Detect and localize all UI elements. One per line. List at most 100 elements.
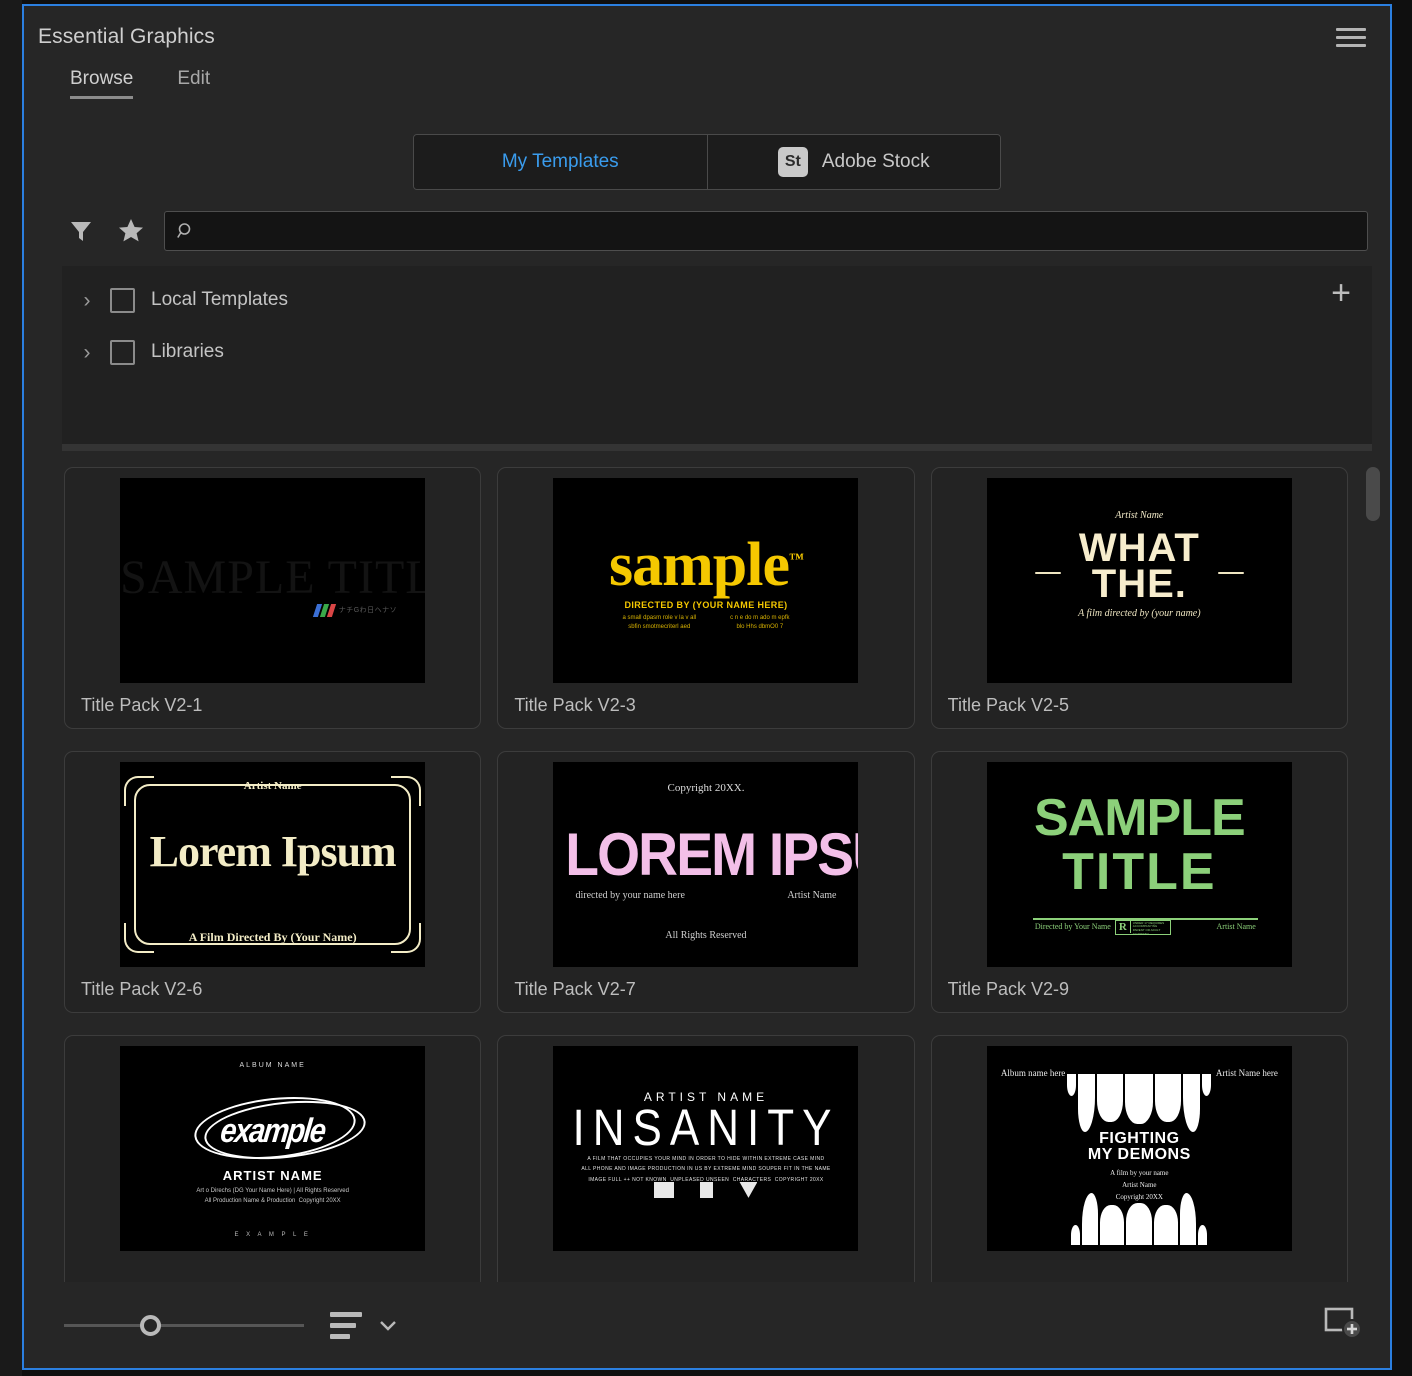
template-source-tree: › Local Templates › Libraries + [62, 266, 1372, 444]
template-thumbnail: ALBUM NAME example ARTIST NAME Art o Dir… [120, 1046, 425, 1251]
chevron-down-icon[interactable] [376, 1317, 400, 1333]
source-toggle: My Templates St Adobe Stock [413, 134, 1001, 190]
thumb-title-text: sample [609, 531, 789, 599]
tab-my-templates[interactable]: My Templates [414, 135, 707, 189]
template-thumbnail: ARTIST NAME INSANITY A FILM THAT OCCUPIE… [553, 1046, 858, 1251]
template-card-label [942, 1251, 1337, 1263]
search-input[interactable] [205, 222, 1355, 240]
workspace-left-gutter [0, 0, 22, 1376]
template-card-label: Title Pack V2-1 [75, 683, 470, 716]
thumb-copyright: Copyright 20XX. [553, 782, 858, 794]
chevron-right-icon[interactable]: › [80, 342, 94, 363]
logo-mark-icon [700, 1182, 713, 1198]
adobe-stock-label: Adobe Stock [822, 151, 930, 173]
template-card[interactable]: ALBUM NAME example ARTIST NAME Art o Dir… [64, 1035, 481, 1282]
source-toggle-row: My Templates St Adobe Stock [24, 124, 1390, 200]
thumb-lower-fangs-icon [987, 1193, 1292, 1245]
thumb-title: LOREM IPSUM [566, 820, 847, 889]
thumb-rating-box: R RESTRICTEDUNDER 17 REQUIRES ACCOMPANYI… [1115, 920, 1171, 935]
my-templates-label: My Templates [502, 151, 619, 173]
sort-button[interactable] [330, 1312, 400, 1339]
tab-adobe-stock[interactable]: St Adobe Stock [707, 135, 1001, 189]
tree-divider [62, 444, 1372, 451]
adobe-stock-icon: St [778, 147, 808, 177]
trademark-symbol: ™ [789, 551, 803, 567]
thumb-wordmark: example [141, 1112, 405, 1151]
template-grid: SAMPLE TITLE ナチGわ日ヘナソ Title Pack V2-1 sa… [42, 451, 1390, 1282]
tab-browse[interactable]: Browse [70, 68, 133, 99]
thumb-title: SAMPLE TITLE [120, 550, 425, 605]
search-box[interactable] [164, 211, 1368, 251]
tree-item-local-templates[interactable]: › Local Templates [62, 274, 1372, 326]
new-layer-plus-icon [1322, 1303, 1364, 1343]
template-card[interactable]: SAMPLE TITLE Directed by Your Name R RES… [931, 751, 1348, 1013]
logo-bars-icon [315, 604, 334, 617]
thumb-artist: ARTIST NAME [120, 1168, 425, 1183]
template-card[interactable]: SAMPLE TITLE ナチGわ日ヘナソ Title Pack V2-1 [64, 467, 481, 729]
thumb-right-note: Artist Name [787, 890, 836, 901]
thumbnail-size-slider[interactable] [64, 1315, 304, 1335]
template-card[interactable]: Copyright 20XX. LOREM IPSUM directed by … [497, 751, 914, 1013]
thumb-directed-note: Directed by Your Name [1035, 922, 1111, 931]
rating-note: RESTRICTEDUNDER 17 REQUIRES ACCOMPANYING… [1131, 918, 1170, 937]
bottom-toolbar [24, 1282, 1390, 1368]
search-icon [177, 222, 195, 240]
star-icon[interactable] [114, 214, 148, 248]
thumb-logo-text: ナチGわ日ヘナソ [339, 605, 397, 615]
thumb-fine-print: A FILM THAT OCCUPIES YOUR MIND IN ORDER … [553, 1154, 858, 1186]
thumb-title: sample™ [553, 530, 858, 601]
template-card[interactable]: Artist Name Lorem Ipsum A Film Directed … [64, 751, 481, 1013]
thumb-title-line2: MY DEMONS [987, 1146, 1292, 1164]
tree-item-libraries[interactable]: › Libraries [62, 326, 1372, 378]
thumb-footer: E X A M P L E [120, 1232, 425, 1238]
template-card[interactable]: ARTIST NAME INSANITY A FILM THAT OCCUPIE… [497, 1035, 914, 1282]
scrollbar-thumb[interactable] [1366, 467, 1380, 521]
logo-mark-icon [739, 1182, 757, 1198]
thumb-artist: Artist Name [120, 780, 425, 792]
template-thumbnail: Artist Name WHAT THE. A film directed by… [987, 478, 1292, 683]
thumb-logo: ナチGわ日ヘナソ [315, 604, 397, 617]
template-thumbnail: SAMPLE TITLE Directed by Your Name R RES… [987, 762, 1292, 967]
thumb-subtitle: A film directed by (your name) [987, 608, 1292, 619]
chevron-right-icon[interactable]: › [80, 290, 94, 311]
new-layer-button[interactable] [1322, 1303, 1364, 1348]
template-thumbnail: sample™ DIRECTED BY (YOUR NAME HERE) a s… [553, 478, 858, 683]
thumb-bottom-note: All Rights Reserved [553, 930, 858, 941]
thumb-artist: Artist Name [987, 510, 1292, 521]
thumb-subtitle: DIRECTED BY (YOUR NAME HERE) [553, 600, 858, 610]
thumb-columns: a small dpasm role v la v allsbfin smotm… [553, 614, 858, 632]
essential-graphics-panel: Essential Graphics Browse Edit My Templa… [22, 4, 1392, 1370]
filter-row [24, 200, 1390, 262]
grid-scrollbar[interactable] [1366, 467, 1380, 1197]
tab-edit[interactable]: Edit [177, 68, 210, 99]
page-title: Essential Graphics [38, 25, 215, 49]
logo-mark-icon [654, 1182, 674, 1198]
template-grid-region: SAMPLE TITLE ナチGわ日ヘナソ Title Pack V2-1 sa… [42, 451, 1390, 1282]
template-card-label [75, 1251, 470, 1263]
thumb-title-line1: SAMPLE [987, 788, 1292, 848]
template-card[interactable]: sample™ DIRECTED BY (YOUR NAME HERE) a s… [497, 467, 914, 729]
template-card[interactable]: Album name here Artist Name here FIGHTIN… [931, 1035, 1348, 1282]
tree-checkbox[interactable] [110, 340, 135, 365]
funnel-filter-icon[interactable] [64, 214, 98, 248]
panel-header: Essential Graphics [24, 6, 1390, 68]
thumb-title: INSANITY [553, 1100, 858, 1158]
thumb-title-line2: THE. [987, 562, 1292, 607]
sort-list-icon [330, 1312, 362, 1339]
add-folder-icon[interactable]: + [1326, 280, 1356, 310]
slider-handle[interactable] [140, 1315, 161, 1336]
template-thumbnail: Artist Name Lorem Ipsum A Film Directed … [120, 762, 425, 967]
thumb-title: Lorem Ipsum [120, 826, 425, 877]
template-thumbnail: Album name here Artist Name here FIGHTIN… [987, 1046, 1292, 1251]
thumb-artist: Artist Name [1217, 922, 1256, 931]
tree-checkbox[interactable] [110, 288, 135, 313]
slider-track [64, 1324, 304, 1327]
hamburger-line [1336, 44, 1366, 47]
template-card[interactable]: Artist Name WHAT THE. A film directed by… [931, 467, 1348, 729]
template-thumbnail: SAMPLE TITLE ナチGわ日ヘナソ [120, 478, 425, 683]
hamburger-line [1336, 36, 1366, 39]
thumb-subtitle: A Film Directed By (Your Name) [120, 930, 425, 945]
template-card-label: Title Pack V2-7 [508, 967, 903, 1000]
panel-menu-icon[interactable] [1336, 24, 1366, 50]
mode-tabs: Browse Edit [24, 68, 1390, 124]
